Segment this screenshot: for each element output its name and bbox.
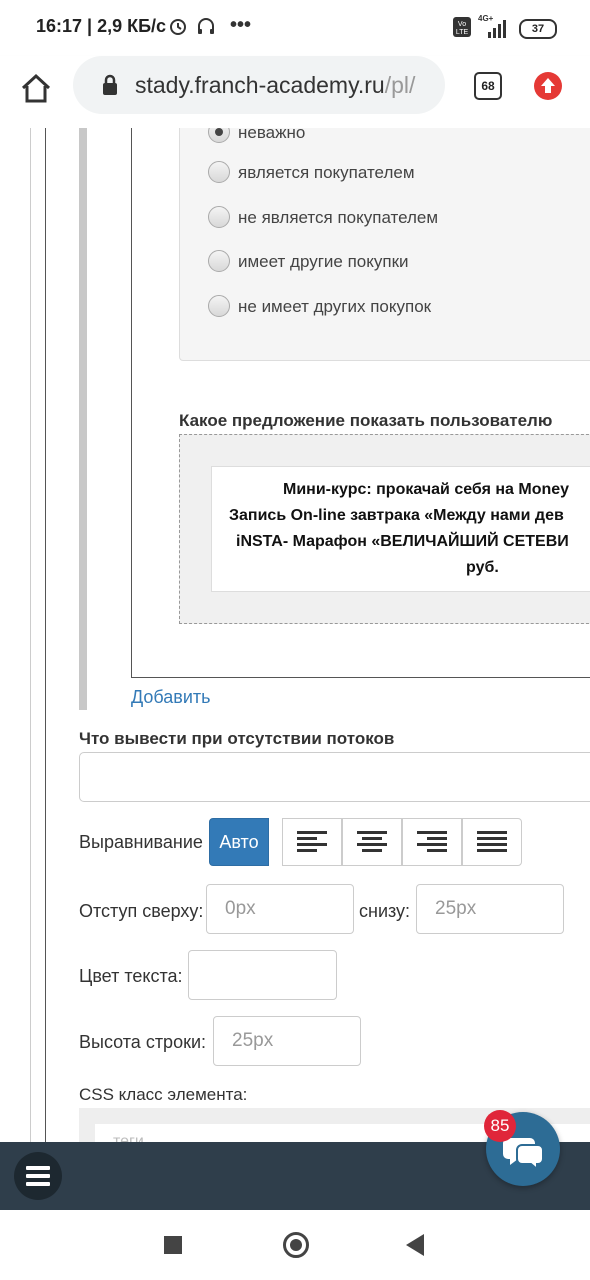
no-flows-input[interactable] xyxy=(79,752,590,802)
align-justify-button[interactable] xyxy=(462,818,522,866)
align-label: Выравнивание xyxy=(79,832,203,852)
align-center-icon xyxy=(357,831,387,852)
radio-label: неважно xyxy=(238,128,306,142)
tab-switcher-button[interactable]: 68 xyxy=(474,72,502,100)
url-text: stady.franch-academy.ru/pl/ xyxy=(135,72,435,99)
battery-indicator: 37 xyxy=(519,19,557,39)
hamburger-icon xyxy=(26,1166,50,1170)
hamburger-icon xyxy=(26,1174,50,1178)
section-indicator-bar xyxy=(79,128,87,710)
radio-button[interactable] xyxy=(208,161,230,183)
svg-text:LTE: LTE xyxy=(456,29,469,36)
headphones-icon xyxy=(196,16,216,41)
offer-line: Мини-курс: прокачай себя на Money xyxy=(283,481,570,498)
status-time: 16:17 | 2,9 КБ/с xyxy=(36,16,167,36)
system-nav-bar xyxy=(0,1210,590,1280)
more-icon: ••• xyxy=(230,14,252,36)
arrow-up-icon xyxy=(541,78,555,93)
chat-badge: 85 xyxy=(484,1110,516,1142)
offer-line: iNSTA- Марафон «ВЕЛИЧАЙШИЙ СЕТЕВИ xyxy=(236,533,569,550)
url-domain: stady.franch-academy.ru xyxy=(135,72,385,98)
align-justify-icon xyxy=(477,831,507,852)
update-button[interactable] xyxy=(534,72,562,100)
align-left-button[interactable] xyxy=(282,818,342,866)
align-center-button[interactable] xyxy=(342,818,402,866)
radio-button[interactable] xyxy=(208,295,230,317)
home-button[interactable] xyxy=(18,70,54,106)
css-class-label: CSS класс элемента: xyxy=(79,1085,248,1104)
hamburger-icon xyxy=(26,1182,50,1186)
line-height-input[interactable]: 25px xyxy=(213,1016,361,1066)
top-offset-label: Отступ сверху: xyxy=(79,901,204,921)
offer-line: руб. xyxy=(466,559,499,576)
radio-button[interactable] xyxy=(208,250,230,272)
align-left-icon xyxy=(297,831,327,852)
content-frame-border xyxy=(30,128,46,1142)
offer-label: Какое предложение показать пользователю xyxy=(179,411,553,430)
svg-text:Vo: Vo xyxy=(458,21,466,28)
text-color-input[interactable] xyxy=(188,950,337,1000)
align-auto-button[interactable]: Авто xyxy=(209,818,269,866)
lock-icon xyxy=(103,74,117,95)
add-link[interactable]: Добавить xyxy=(131,687,211,708)
back-button[interactable] xyxy=(406,1234,424,1256)
address-bar[interactable]: stady.franch-academy.ru/pl/ xyxy=(73,56,445,114)
home-nav-button[interactable] xyxy=(283,1232,309,1258)
alarm-icon xyxy=(168,16,188,41)
menu-button[interactable] xyxy=(14,1152,62,1200)
url-path: /pl/ xyxy=(384,72,416,98)
home-icon xyxy=(21,73,51,103)
recents-button[interactable] xyxy=(164,1236,182,1254)
radio-button[interactable] xyxy=(208,206,230,228)
volte-icon: Vo LTE xyxy=(453,17,471,42)
align-right-icon xyxy=(417,831,447,852)
line-height-label: Высота строки: xyxy=(79,1032,207,1052)
browser-toolbar: stady.franch-academy.ru/pl/ 68 xyxy=(0,56,590,128)
status-bar: 16:17 | 2,9 КБ/с ••• Vo LTE 4G+ 37 xyxy=(0,0,590,56)
radio-label: не является покупателем xyxy=(238,208,439,227)
page-content: неважно является покупателем не является… xyxy=(0,128,590,1142)
bottom-offset-input[interactable]: 25px xyxy=(416,884,564,934)
offer-line: Запись On-line завтрака «Между нами дев xyxy=(229,507,564,524)
top-offset-input[interactable]: 0px xyxy=(206,884,354,934)
bottom-offset-label: снизу: xyxy=(359,901,411,921)
no-flows-label: Что вывести при отсутствии потоков xyxy=(79,729,395,748)
radio-label: имеет другие покупки xyxy=(238,252,409,271)
radio-label: является покупателем xyxy=(238,163,415,182)
css-class-value: теги xyxy=(113,1133,144,1142)
align-right-button[interactable] xyxy=(402,818,462,866)
text-color-label: Цвет текста: xyxy=(79,966,183,986)
radio-label: не имеет других покупок xyxy=(238,297,432,316)
